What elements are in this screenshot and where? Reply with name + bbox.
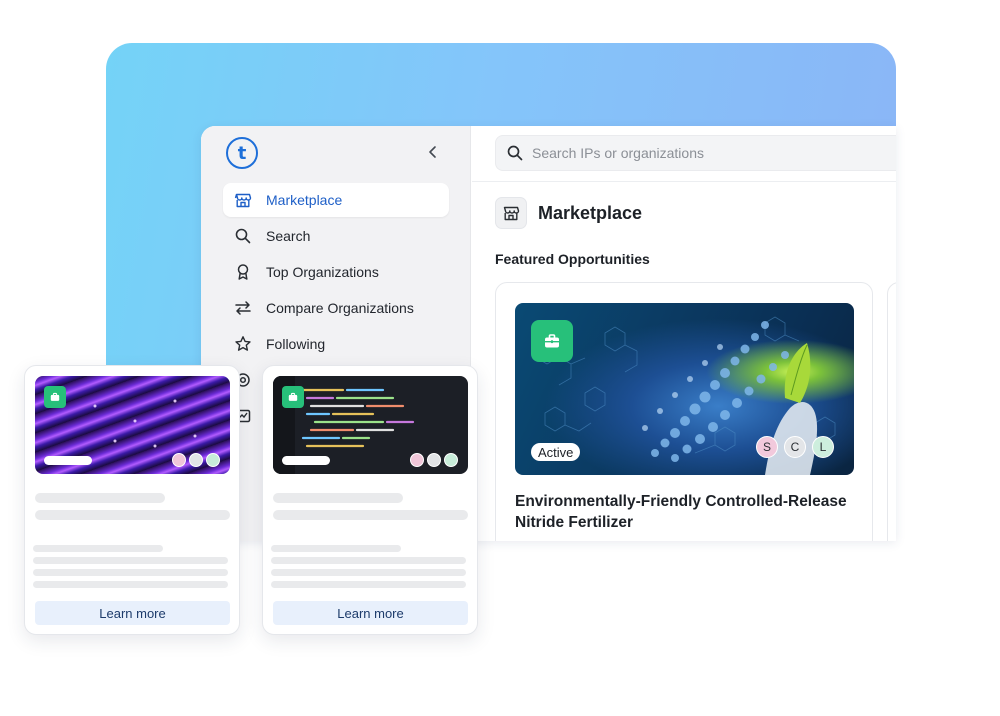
skeleton-line (33, 569, 228, 576)
search-icon (507, 145, 523, 161)
search-bar[interactable] (495, 135, 896, 171)
card-image (273, 376, 468, 474)
compare-arrows-icon (233, 298, 253, 318)
sidebar-item-label: Following (266, 336, 326, 352)
learn-more-button[interactable]: Learn more (35, 601, 230, 625)
sidebar-item-label: Top Organizations (266, 264, 379, 280)
avatar: C (784, 436, 806, 458)
logo-letter: t (237, 142, 247, 164)
opportunity-card[interactable]: Learn more (24, 365, 240, 635)
search-input[interactable] (532, 145, 832, 161)
star-icon (233, 334, 253, 354)
avatar (427, 453, 441, 467)
avatar (189, 453, 203, 467)
status-badge (282, 456, 330, 465)
sidebar-item-following[interactable]: Following (223, 327, 449, 361)
logo[interactable]: t (226, 137, 258, 169)
store-icon (233, 190, 253, 210)
skeleton-line (33, 581, 228, 588)
skeleton-line (273, 510, 468, 520)
chevron-left-icon[interactable] (425, 143, 441, 161)
opportunity-card[interactable]: Learn more (262, 365, 478, 635)
skeleton-line (33, 557, 228, 564)
skeleton-line (271, 557, 466, 564)
featured-opportunity-card[interactable]: Active S C L Environmentally-Friendly Co… (495, 282, 873, 541)
briefcase-icon (531, 320, 573, 362)
sidebar-item-label: Marketplace (266, 192, 343, 208)
top-bar (472, 126, 896, 182)
skeleton-line (35, 493, 165, 503)
card-image (35, 376, 230, 474)
briefcase-icon (44, 386, 66, 408)
next-opportunity-card[interactable] (887, 282, 896, 541)
avatar (410, 453, 424, 467)
avatar: L (812, 436, 834, 458)
card-title[interactable]: Environmentally-Friendly Controlled-Rele… (515, 491, 855, 533)
avatar (172, 453, 186, 467)
briefcase-icon (282, 386, 304, 408)
card-image: Active S C L (515, 303, 854, 475)
skeleton-line (271, 545, 401, 552)
section-title: Featured Opportunities (495, 251, 650, 267)
page-header: Marketplace (495, 197, 642, 229)
skeleton-line (33, 545, 163, 552)
sidebar-item-label: Compare Organizations (266, 300, 414, 316)
sidebar-item-label: Search (266, 228, 311, 244)
sidebar-item-search[interactable]: Search (223, 219, 449, 253)
skeleton-line (273, 493, 403, 503)
sidebar-item-compare-organizations[interactable]: Compare Organizations (223, 291, 449, 325)
avatar (206, 453, 220, 467)
sidebar-item-top-organizations[interactable]: Top Organizations (223, 255, 449, 289)
status-badge: Active (531, 443, 581, 461)
skeleton-line (35, 510, 230, 520)
skeleton-line (271, 581, 466, 588)
page-title: Marketplace (538, 202, 643, 223)
avatar (444, 453, 458, 467)
skeleton-line (271, 569, 466, 576)
award-icon (233, 262, 253, 282)
sidebar-item-marketplace[interactable]: Marketplace (223, 183, 449, 217)
main-content: Marketplace Featured Opportunities (472, 126, 896, 541)
avatar: S (756, 436, 778, 458)
store-icon (495, 197, 527, 229)
learn-more-button[interactable]: Learn more (273, 601, 468, 625)
status-badge (44, 456, 92, 465)
search-icon (233, 226, 253, 246)
